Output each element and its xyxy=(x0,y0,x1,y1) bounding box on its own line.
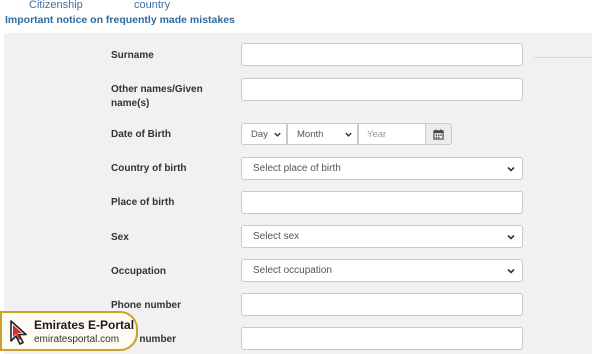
crumb-citizenship[interactable]: Citizenship xyxy=(29,0,83,11)
other-names-label-line2: name(s) xyxy=(111,98,150,109)
other-names-label-line1: Other names/Given xyxy=(111,84,203,95)
chevron-down-icon xyxy=(507,234,515,240)
surname-label: Surname xyxy=(111,50,154,61)
chevron-down-icon xyxy=(345,132,352,137)
sex-label: Sex xyxy=(111,232,129,243)
dob-day-select[interactable]: Day xyxy=(241,123,287,145)
watermark-title: Emirates E-Portal xyxy=(34,318,135,332)
place-of-birth-label: Place of birth xyxy=(111,197,175,208)
breadcrumb-row: Citizenship country xyxy=(0,0,600,14)
occupation-value: Select occupation xyxy=(253,265,332,276)
crumb-country[interactable]: country xyxy=(134,0,170,11)
place-of-birth-input[interactable] xyxy=(241,191,523,214)
calendar-icon xyxy=(433,128,444,140)
dob-month-value: Month xyxy=(297,128,324,140)
occupation-select[interactable]: Select occupation xyxy=(241,259,523,282)
country-of-birth-label: Country of birth xyxy=(111,163,187,174)
dob-month-select[interactable]: Month xyxy=(287,123,358,145)
occupation-label: Occupation xyxy=(111,266,167,277)
other-names-label: Other names/Given name(s) xyxy=(111,83,231,111)
mobile-number-label: e number xyxy=(131,334,177,345)
cursor-logo-icon xyxy=(10,320,27,345)
chevron-down-icon xyxy=(507,268,515,274)
important-notice-link[interactable]: Important notice on frequently made mist… xyxy=(5,14,235,26)
other-names-input[interactable] xyxy=(241,78,523,101)
divider xyxy=(534,57,592,58)
dob-year-placeholder: Year xyxy=(367,128,387,140)
emirates-eportal-watermark: Emirates E-Portal emiratesportal.com xyxy=(0,311,138,351)
mobile-number-input[interactable] xyxy=(241,327,523,350)
chevron-down-icon xyxy=(507,166,515,172)
country-of-birth-select[interactable]: Select place of birth xyxy=(241,157,523,180)
phone-number-label: Phone number xyxy=(111,300,182,311)
watermark-url: emiratesportal.com xyxy=(34,334,120,345)
dob-label: Date of Birth xyxy=(111,129,171,140)
country-of-birth-value: Select place of birth xyxy=(253,163,341,174)
sex-select[interactable]: Select sex xyxy=(241,225,523,248)
dob-day-value: Day xyxy=(251,128,268,140)
chevron-down-icon xyxy=(274,132,281,137)
surname-input[interactable] xyxy=(241,43,523,66)
phone-number-input[interactable] xyxy=(241,293,523,316)
dob-year-input[interactable]: Year xyxy=(358,123,426,145)
calendar-button[interactable] xyxy=(425,123,452,145)
sex-value: Select sex xyxy=(253,231,300,242)
